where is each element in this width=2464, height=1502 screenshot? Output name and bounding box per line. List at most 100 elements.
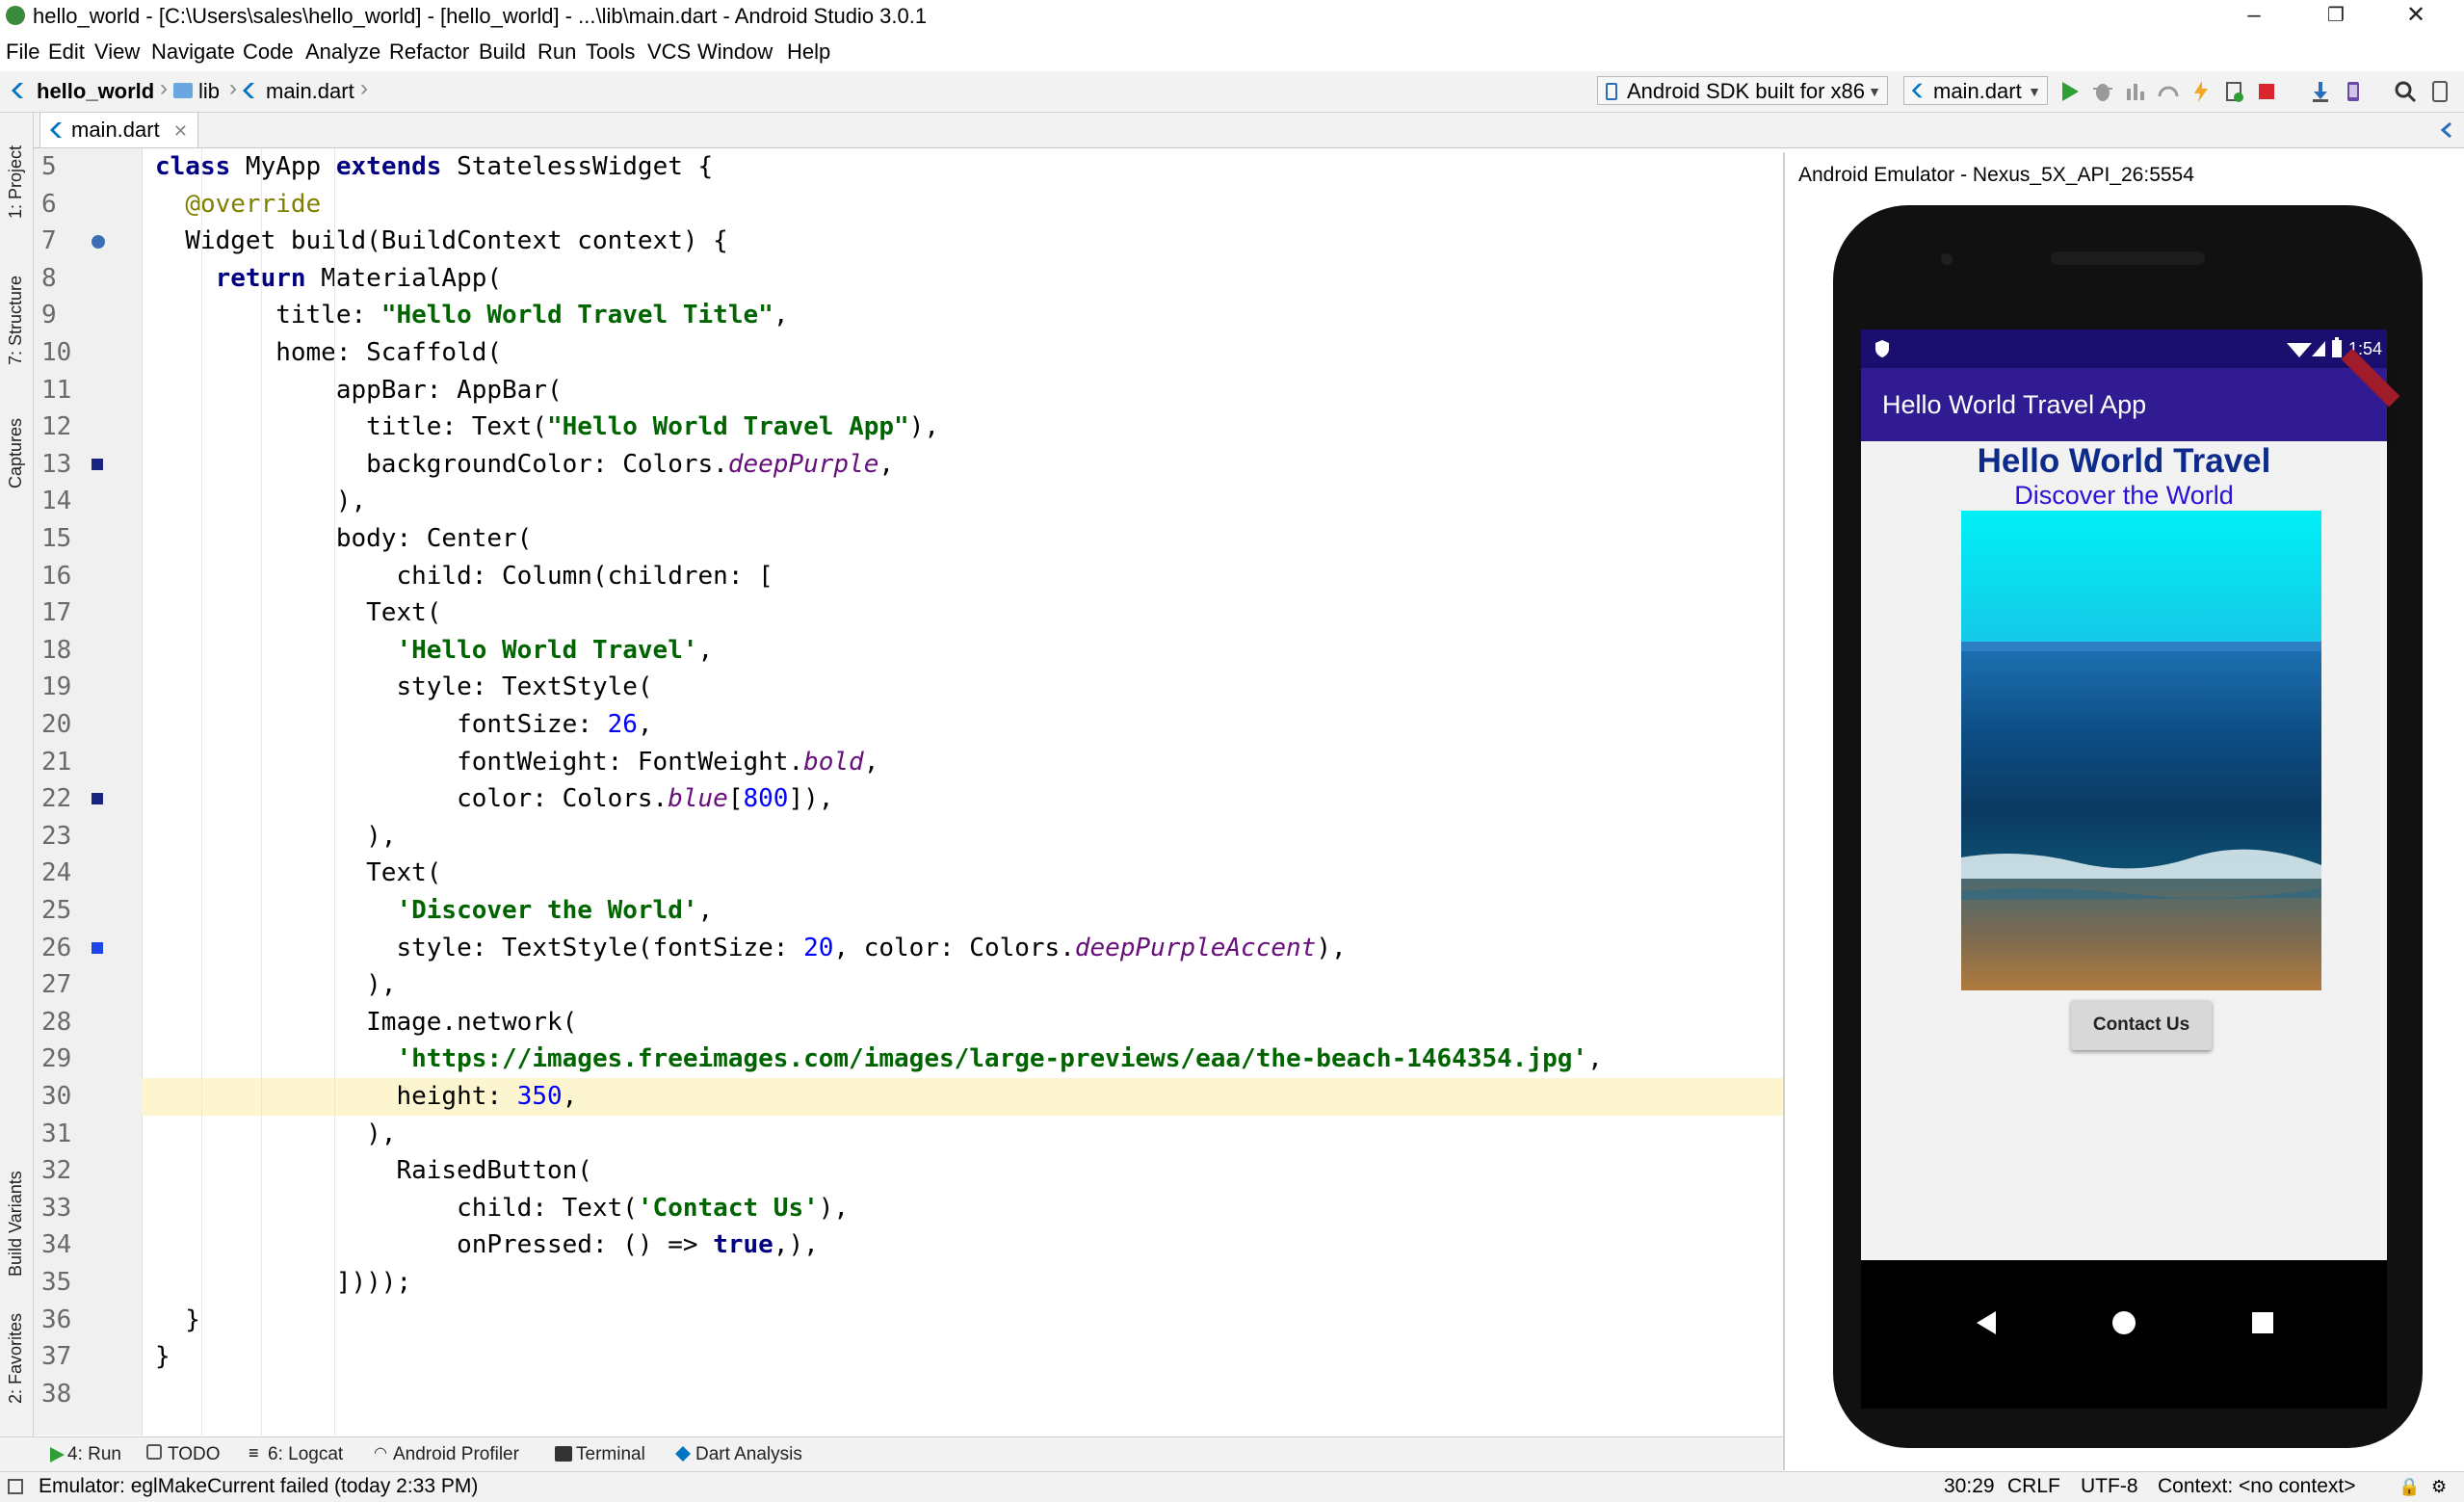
code-line[interactable]: ), xyxy=(155,966,396,1004)
color-swatch-icon[interactable] xyxy=(92,458,103,470)
minimize-icon[interactable]: – xyxy=(2225,0,2283,33)
run-config-select[interactable]: main.dart ▼ xyxy=(1903,76,2048,105)
line-number: 31 xyxy=(41,1119,72,1148)
menu-help[interactable]: Help xyxy=(787,39,830,66)
breadcrumb-project[interactable]: hello_world xyxy=(37,77,154,106)
tool-android-profiler[interactable]: Android Profiler xyxy=(393,1442,519,1467)
wifi-icon xyxy=(2287,343,2312,357)
code-line[interactable]: child: Text('Contact Us'), xyxy=(155,1190,849,1227)
menu-vcs[interactable]: VCS xyxy=(647,39,691,66)
code-line[interactable]: home: Scaffold( xyxy=(155,334,502,372)
emulator-title: Android Emulator - Nexus_5X_API_26:5554 xyxy=(1798,164,2194,186)
code-line[interactable]: fontSize: 26, xyxy=(155,706,653,744)
menu-file[interactable]: File xyxy=(6,39,39,66)
tab-captures[interactable]: Captures xyxy=(6,418,26,488)
tool-run[interactable]: 4: Run xyxy=(67,1442,121,1467)
avd-manager-icon[interactable] xyxy=(2341,79,2366,104)
code-line[interactable]: ]))); xyxy=(155,1264,411,1302)
file-encoding[interactable]: UTF-8 xyxy=(2081,1472,2138,1501)
code-line[interactable]: onPressed: () => true,), xyxy=(155,1226,819,1264)
lock-icon[interactable]: 🔒 xyxy=(2398,1472,2420,1501)
code-line[interactable]: Widget build(BuildContext context) { xyxy=(155,223,728,260)
tool-logcat[interactable]: 6: Logcat xyxy=(268,1442,343,1467)
menu-analyze[interactable]: Analyze xyxy=(305,39,380,66)
menu-refactor[interactable]: Refactor xyxy=(389,39,469,66)
stop-icon[interactable] xyxy=(2254,79,2279,104)
menu-view[interactable]: View xyxy=(94,39,140,66)
tab-build-variants[interactable]: Build Variants xyxy=(6,1171,26,1277)
code-line[interactable]: ), xyxy=(155,1116,396,1153)
menu-edit[interactable]: Edit xyxy=(48,39,85,66)
tool-terminal[interactable]: Terminal xyxy=(576,1442,645,1467)
code-line[interactable]: return MaterialApp( xyxy=(155,260,502,298)
tool-dart-analysis[interactable]: Dart Analysis xyxy=(695,1442,802,1467)
code-line[interactable]: class MyApp extends StatelessWidget { xyxy=(155,148,713,186)
tab-favorites[interactable]: 2: Favorites xyxy=(6,1313,26,1404)
hot-reload-icon[interactable] xyxy=(2189,79,2214,104)
code-line[interactable]: color: Colors.blue[800]), xyxy=(155,780,833,818)
run-icon[interactable] xyxy=(2058,79,2083,104)
close-tab-icon[interactable]: ✕ xyxy=(173,121,188,141)
code-line[interactable]: Text( xyxy=(155,594,441,632)
event-log-icon[interactable]: ⚙ xyxy=(2431,1472,2447,1501)
chevron-left-icon[interactable] xyxy=(2437,120,2456,140)
menu-code[interactable]: Code xyxy=(243,39,294,66)
code-line[interactable]: 'Discover the World', xyxy=(155,892,713,930)
code-line[interactable]: child: Column(children: [ xyxy=(155,558,773,595)
code-line[interactable]: RaisedButton( xyxy=(155,1152,592,1190)
code-line[interactable]: height: 350, xyxy=(155,1078,577,1116)
device-file-explorer-icon[interactable] xyxy=(2427,79,2452,104)
code-line[interactable]: title: "Hello World Travel Title", xyxy=(155,297,788,334)
code-line[interactable]: ), xyxy=(155,818,396,856)
breadcrumb-folder[interactable]: lib xyxy=(198,77,220,106)
search-icon[interactable] xyxy=(2393,79,2418,104)
code-line[interactable]: backgroundColor: Colors.deepPurple, xyxy=(155,446,894,484)
attach-debugger-icon[interactable] xyxy=(2156,79,2181,104)
code-line[interactable]: title: Text("Hello World Travel App"), xyxy=(155,408,939,446)
contact-us-button[interactable]: Contact Us xyxy=(2071,1000,2212,1050)
menu-window[interactable]: Window xyxy=(697,39,773,66)
status-message[interactable]: Emulator: eglMakeCurrent failed (today 2… xyxy=(39,1472,478,1501)
menu-build[interactable]: Build xyxy=(479,39,526,66)
tool-windows-bar: 4: Run TODO ≡ 6: Logcat ◠ Android Profil… xyxy=(0,1436,1783,1472)
debug-icon[interactable] xyxy=(2090,79,2115,104)
breadcrumb-file[interactable]: main.dart xyxy=(266,77,354,106)
context-indicator[interactable]: Context: <no context> xyxy=(2158,1472,2355,1501)
tab-structure[interactable]: 7: Structure xyxy=(6,276,26,365)
tab-main-dart[interactable]: main.dart ✕ xyxy=(39,113,198,147)
color-swatch-icon[interactable] xyxy=(92,793,103,805)
profile-icon[interactable] xyxy=(2123,79,2148,104)
caret-position[interactable]: 30:29 xyxy=(1944,1472,1995,1501)
color-swatch-icon[interactable] xyxy=(92,941,103,954)
code-line[interactable]: Image.network( xyxy=(155,1004,577,1041)
code-line[interactable]: fontWeight: FontWeight.bold, xyxy=(155,744,878,781)
code-line[interactable]: } xyxy=(155,1302,200,1339)
menu-navigate[interactable]: Navigate xyxy=(151,39,235,66)
tool-todo[interactable]: TODO xyxy=(168,1442,221,1467)
tab-project[interactable]: 1: Project xyxy=(6,145,26,219)
line-separator[interactable]: CRLF xyxy=(2007,1472,2060,1501)
code-line[interactable]: 'https://images.freeimages.com/images/la… xyxy=(155,1041,1602,1078)
subheading-text: Discover the World xyxy=(2014,481,2234,510)
code-line[interactable]: body: Center( xyxy=(155,520,533,558)
tool-windows-toggle-icon[interactable] xyxy=(8,1479,23,1494)
code-line[interactable]: Text( xyxy=(155,855,441,892)
phone-screen[interactable]: 1:54 Hello World Travel App Hello World … xyxy=(1861,329,2400,1409)
device-select[interactable]: Android SDK built for x86 ▼ xyxy=(1597,76,1888,105)
recents-icon[interactable] xyxy=(2252,1312,2273,1333)
menu-run[interactable]: Run xyxy=(537,39,576,66)
code-line[interactable]: @override xyxy=(155,186,321,224)
code-line[interactable]: appBar: AppBar( xyxy=(155,372,563,409)
close-icon[interactable]: ✕ xyxy=(2387,0,2445,33)
line-number: 12 xyxy=(41,412,72,442)
home-icon[interactable] xyxy=(2111,1310,2136,1335)
code-line[interactable]: } xyxy=(155,1338,170,1376)
code-line[interactable]: style: TextStyle( xyxy=(155,669,652,706)
restore-icon[interactable]: ❐ xyxy=(2307,0,2365,33)
hot-restart-icon[interactable] xyxy=(2221,79,2246,104)
code-editor[interactable]: 5 class MyApp extends StatelessWidget {6 … xyxy=(34,148,1783,1436)
menu-tools[interactable]: Tools xyxy=(586,39,635,66)
sdk-manager-icon[interactable] xyxy=(2308,79,2333,104)
code-line[interactable]: 'Hello World Travel', xyxy=(155,632,713,670)
back-icon[interactable] xyxy=(1975,1310,1998,1335)
